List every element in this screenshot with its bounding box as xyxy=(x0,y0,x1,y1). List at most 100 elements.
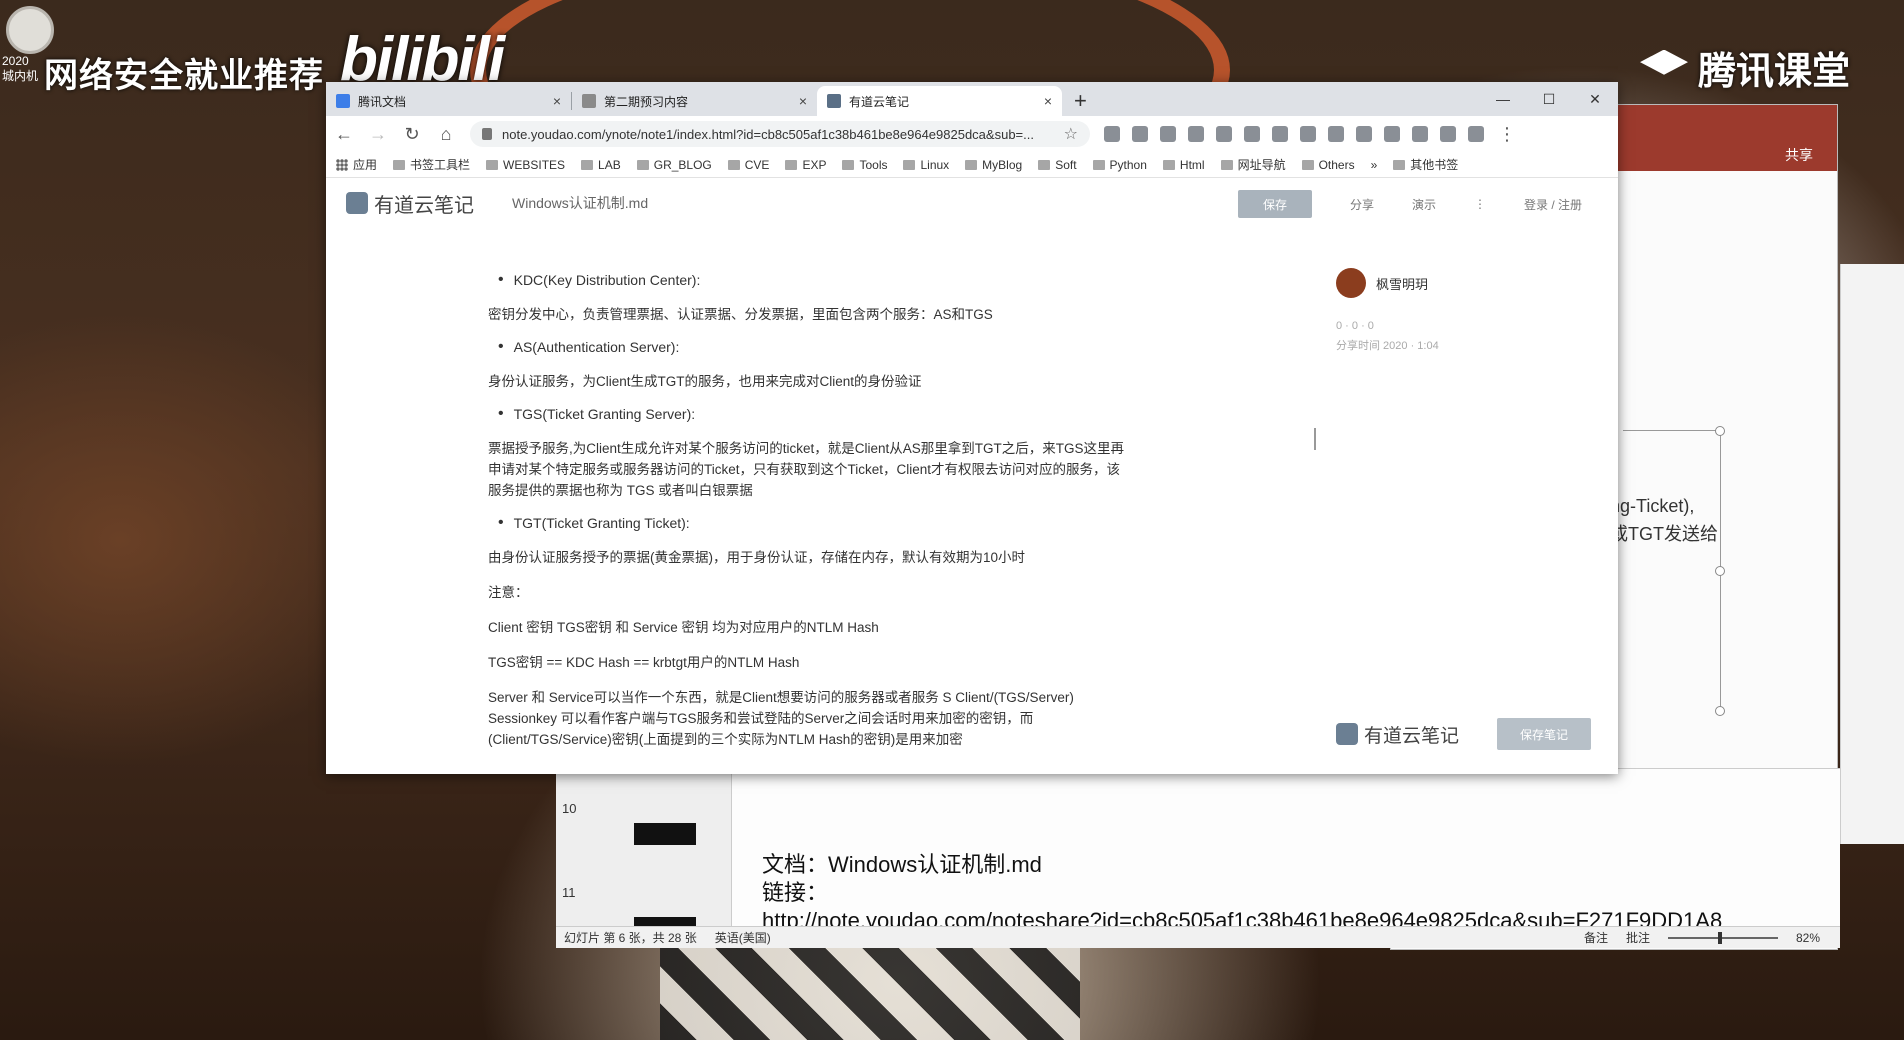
bookmark-folder[interactable]: EXP xyxy=(785,158,826,172)
extension-icon[interactable] xyxy=(1188,126,1204,142)
thumbnail-number: 11 xyxy=(562,885,576,900)
slide-text-line: ng-Ticket), xyxy=(1610,496,1695,516)
slide-thumbnail[interactable] xyxy=(634,823,696,845)
login-register-link[interactable]: 登录 / 注册 xyxy=(1524,196,1582,213)
bookmark-folder[interactable]: 书签工具栏 xyxy=(393,156,470,173)
bookmark-folder[interactable]: GR_BLOG xyxy=(636,158,712,172)
zoom-slider[interactable] xyxy=(1667,931,1778,944)
bookmark-folder[interactable]: 网址导航 xyxy=(1220,156,1286,173)
bookmark-label: Tools xyxy=(859,157,888,172)
notes-doc-line: 文档：Windows认证机制.md xyxy=(762,852,1042,877)
bookmark-folder[interactable]: LAB xyxy=(581,158,621,172)
maximize-button[interactable]: ☐ xyxy=(1526,82,1572,116)
extensions-bar xyxy=(1104,126,1484,142)
home-icon[interactable]: ⌂ xyxy=(436,124,456,145)
resize-handle[interactable] xyxy=(1715,426,1725,436)
author-name[interactable]: 枫雪明玥 xyxy=(1376,274,1428,293)
address-bar[interactable]: note.youdao.com/ynote/note1/index.html?i… xyxy=(470,121,1090,147)
extension-icon[interactable] xyxy=(1272,126,1288,142)
youdao-logo[interactable]: 有道云笔记 xyxy=(346,189,474,218)
youdao-footer-logo[interactable]: 有道云笔记 xyxy=(1336,721,1459,748)
graduation-cap-icon xyxy=(1640,49,1688,75)
bookmark-folder[interactable]: Linux xyxy=(903,158,949,172)
bookmark-other[interactable]: 其他书签 xyxy=(1393,156,1458,173)
folder-icon xyxy=(486,159,499,170)
folder-icon xyxy=(1301,159,1314,170)
url-text[interactable]: note.youdao.com/ynote/note1/index.html?i… xyxy=(502,127,1064,142)
bookmark-folder[interactable]: MyBlog xyxy=(965,158,1022,172)
minimize-button[interactable]: — xyxy=(1480,82,1526,116)
slide-text: ng-Ticket), 或TGT发送给 xyxy=(1610,492,1718,548)
page-icon xyxy=(582,94,596,108)
extension-icon[interactable] xyxy=(1356,126,1372,142)
extension-icon[interactable] xyxy=(1440,126,1456,142)
youdao-logo-text: 有道云笔记 xyxy=(1364,725,1460,747)
zoom-level[interactable]: 82% xyxy=(1796,931,1820,945)
share-link[interactable]: 分享 xyxy=(1350,196,1374,213)
back-icon[interactable]: ← xyxy=(334,124,354,145)
present-link[interactable]: 演示 xyxy=(1412,196,1436,213)
extension-icon[interactable] xyxy=(1384,126,1400,142)
streamer-avatar xyxy=(6,6,54,54)
bookmark-label: Html xyxy=(1179,157,1205,172)
overflow-chevron-icon: » xyxy=(1370,157,1378,172)
extension-icon[interactable] xyxy=(1132,126,1148,142)
tencent-logo-text: 腾讯课堂 xyxy=(1698,51,1851,93)
bookmark-folder[interactable]: WEBSITES xyxy=(486,158,565,172)
close-icon[interactable]: × xyxy=(1044,93,1052,109)
extension-icon[interactable] xyxy=(1328,126,1344,142)
resize-handle[interactable] xyxy=(1715,566,1725,576)
notes-toggle[interactable]: 备注 xyxy=(1584,929,1608,946)
powerpoint-bottom-area: 10 11 文档：Windows认证机制.md 链接： http://note.… xyxy=(556,768,1840,948)
new-tab-button[interactable]: + xyxy=(1074,88,1087,114)
extension-icon[interactable] xyxy=(1104,126,1120,142)
bookmark-overflow[interactable]: » xyxy=(1371,158,1378,172)
bookmark-folder[interactable]: Python xyxy=(1092,158,1147,172)
extension-icon[interactable] xyxy=(1216,126,1232,142)
paragraph: TGS密钥 == KDC Hash == krbtgt用户的NTLM Hash xyxy=(488,655,800,670)
bookmark-folder[interactable]: Tools xyxy=(842,158,887,172)
save-button[interactable]: 保存 xyxy=(1237,190,1312,218)
forward-icon[interactable]: → xyxy=(368,124,388,145)
bookmark-label: 应用 xyxy=(353,158,378,172)
status-slide-count: 幻灯片 第 6 张，共 28 张 xyxy=(564,931,697,945)
resize-handle[interactable] xyxy=(1715,706,1725,716)
extension-icon[interactable] xyxy=(1468,126,1484,142)
tab-youdao-note[interactable]: 有道云笔记 × xyxy=(817,86,1062,116)
author-panel: 枫雪明玥 0 · 0 · 0 分享时间 2020 · 1:04 xyxy=(1336,268,1439,356)
share-button[interactable]: 共享 xyxy=(1785,145,1813,165)
stream-title: 网络安全就业推荐 xyxy=(44,57,324,95)
tab-preview-content[interactable]: 第二期预习内容 × xyxy=(572,86,817,116)
comments-toggle[interactable]: 批注 xyxy=(1626,929,1650,946)
bookmark-apps[interactable]: 应用 xyxy=(336,156,377,173)
extension-icon[interactable] xyxy=(1412,126,1428,142)
tab-tencent-docs[interactable]: 腾讯文档 × xyxy=(326,86,571,116)
bookmark-folder[interactable]: Html xyxy=(1162,157,1205,172)
extension-icon[interactable] xyxy=(1300,126,1316,142)
bookmark-label: WEBSITES xyxy=(503,157,566,172)
extension-icon[interactable] xyxy=(1160,126,1176,142)
extension-icon[interactable] xyxy=(1244,126,1260,142)
folder-icon xyxy=(1092,159,1105,170)
more-icon[interactable]: ⋮ xyxy=(1474,197,1486,211)
stream-date-line: 2020 xyxy=(2,54,29,68)
status-language[interactable]: 英语(美国) xyxy=(715,929,771,946)
close-icon[interactable]: × xyxy=(553,93,561,109)
paragraph: 由身份认证服务授予的票据(黄金票据)，用于身份认证，存储在内存，默认有效期为10… xyxy=(488,550,1026,565)
close-window-button[interactable]: ✕ xyxy=(1572,82,1618,116)
bookmarks-bar: 应用 书签工具栏 WEBSITES LAB GR_BLOG CVE EXP To… xyxy=(326,152,1618,178)
paragraph: 身份认证服务，为Client生成TGT的服务，也用来完成对Client的身份验证 xyxy=(488,374,922,389)
youdao-icon xyxy=(827,94,841,108)
scroll-indicator[interactable] xyxy=(1314,428,1316,450)
avatar[interactable] xyxy=(1336,268,1366,298)
bookmark-folder[interactable]: Soft xyxy=(1038,158,1077,172)
close-icon[interactable]: × xyxy=(799,93,807,109)
slide-text-line: 或TGT发送给 xyxy=(1610,524,1718,544)
save-note-button[interactable]: 保存笔记 xyxy=(1497,718,1592,750)
bookmark-folder[interactable]: Others xyxy=(1301,158,1355,172)
bookmark-folder[interactable]: CVE xyxy=(727,158,769,172)
bookmark-star-icon[interactable]: ☆ xyxy=(1064,124,1078,144)
folder-icon xyxy=(393,159,406,170)
menu-icon[interactable]: ⋮ xyxy=(1498,124,1516,145)
reload-icon[interactable]: ↻ xyxy=(402,124,422,145)
